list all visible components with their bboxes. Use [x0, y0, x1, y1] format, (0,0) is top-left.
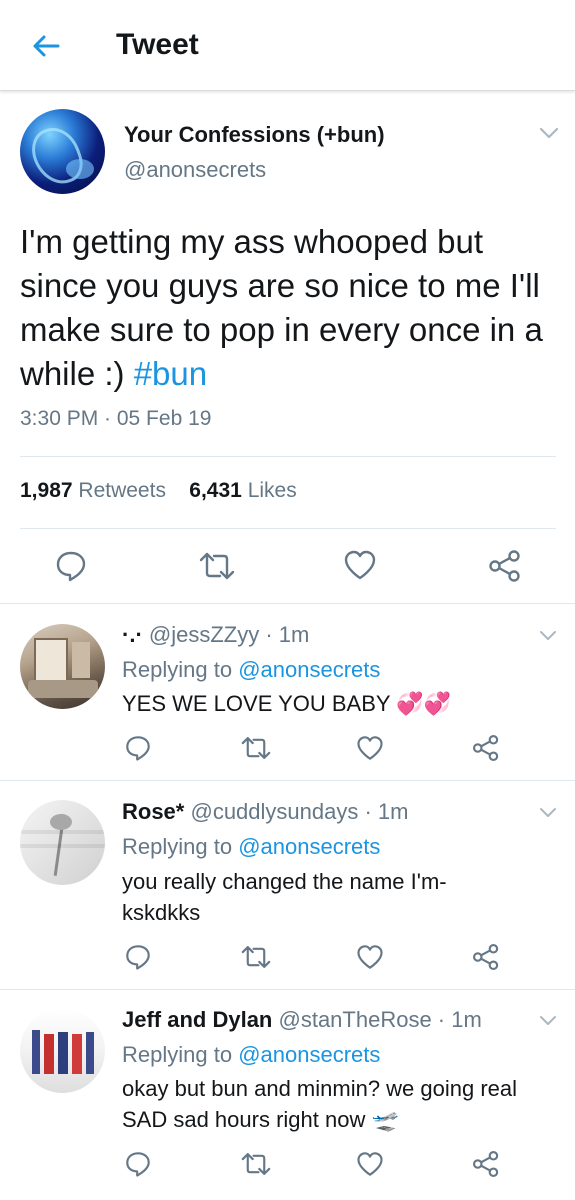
- author-handle[interactable]: @jessZZyy: [149, 622, 259, 647]
- reply-time: 1m: [278, 622, 310, 647]
- divider: [20, 528, 556, 529]
- author-display-name[interactable]: Your Confessions (+bun): [124, 122, 385, 148]
- replying-to: Replying to @anonsecrets: [122, 834, 380, 860]
- reply-icon[interactable]: [54, 549, 88, 583]
- replying-to-label: Replying to: [122, 657, 233, 682]
- hashtag-link[interactable]: #bun: [134, 355, 207, 392]
- author-display-name[interactable]: Jeff and Dylan: [122, 1007, 272, 1032]
- tweet-timestamp: 3:30 PM · 05 Feb 19: [20, 407, 212, 430]
- heart-icon[interactable]: [343, 549, 377, 581]
- page-title: Tweet: [116, 28, 199, 61]
- author-display-name[interactable]: ·.·: [122, 622, 143, 647]
- avatar[interactable]: [20, 1008, 105, 1093]
- heart-icon[interactable]: [356, 734, 384, 762]
- replying-to: Replying to @anonsecrets: [122, 1042, 380, 1068]
- retweet-icon[interactable]: [198, 549, 236, 583]
- author-handle[interactable]: @cuddlysundays: [190, 799, 358, 824]
- arrow-left-icon: [33, 35, 60, 57]
- retweets-count: 1,987: [20, 479, 73, 502]
- reply-text: YES WE LOVE YOU BABY 💞💞: [122, 688, 542, 719]
- reply-body: okay but bun and minmin? we going real S…: [122, 1076, 518, 1132]
- chevron-down-icon[interactable]: [538, 803, 558, 823]
- reply-actions: [0, 732, 575, 764]
- divider: [0, 603, 575, 604]
- reply-icon[interactable]: [124, 734, 152, 762]
- tweet-text: I'm getting my ass whooped but since you…: [20, 220, 560, 396]
- author-handle[interactable]: @anonsecrets: [124, 157, 266, 183]
- share-icon[interactable]: [472, 943, 500, 971]
- reply-text: you really changed the name I'm-kskdkks: [122, 866, 492, 928]
- back-button[interactable]: [28, 28, 64, 64]
- share-icon[interactable]: [472, 1150, 500, 1178]
- reply-time: 1m: [451, 1007, 482, 1032]
- reply-header: Rose* @cuddlysundays · 1m: [122, 799, 409, 824]
- chevron-down-icon[interactable]: [538, 1011, 558, 1031]
- heart-icon[interactable]: [356, 943, 384, 971]
- retweet-icon[interactable]: [240, 1150, 272, 1178]
- replying-to: Replying to @anonsecrets: [122, 657, 380, 683]
- chevron-down-icon[interactable]: [538, 122, 560, 144]
- top-app-bar: Tweet: [0, 0, 575, 91]
- reply-icon[interactable]: [124, 943, 152, 971]
- avatar[interactable]: [20, 800, 105, 885]
- likes-count: 6,431: [189, 479, 242, 502]
- mention-link[interactable]: @anonsecrets: [238, 1042, 380, 1067]
- reply-text: okay but bun and minmin? we going real S…: [122, 1073, 542, 1135]
- share-icon[interactable]: [488, 549, 522, 583]
- divider: [0, 989, 575, 990]
- reply-header: ·.· @jessZZyy · 1m: [122, 622, 310, 647]
- retweet-icon[interactable]: [240, 943, 272, 971]
- mention-link[interactable]: @anonsecrets: [238, 657, 380, 682]
- replying-to-label: Replying to: [122, 1042, 233, 1067]
- emoji: 🛫: [371, 1107, 399, 1132]
- retweets-label: Retweets: [78, 479, 166, 502]
- mention-link[interactable]: @anonsecrets: [238, 834, 380, 859]
- replying-to-label: Replying to: [122, 834, 233, 859]
- reply-time: 1m: [377, 799, 409, 824]
- tweet-stats: 1,987 Retweets 6,431 Likes: [20, 479, 297, 503]
- divider: [0, 780, 575, 781]
- share-icon[interactable]: [472, 734, 500, 762]
- likes-stat[interactable]: 6,431 Likes: [189, 479, 296, 502]
- reply-body: you really changed the name I'm-kskdkks: [122, 869, 447, 925]
- author-display-name[interactable]: Rose*: [122, 799, 184, 824]
- author-handle[interactable]: @stanTheRose: [279, 1007, 432, 1032]
- reply-actions: [0, 1148, 575, 1180]
- reply-body: YES WE LOVE YOU BABY: [122, 691, 391, 716]
- tweet-actions: [0, 545, 575, 585]
- reply-header: Jeff and Dylan @stanTheRose · 1m: [122, 1007, 482, 1032]
- reply-icon[interactable]: [124, 1150, 152, 1178]
- emoji: 💞💞: [396, 691, 452, 716]
- tweet-body: I'm getting my ass whooped but since you…: [20, 223, 543, 392]
- chevron-down-icon[interactable]: [538, 626, 558, 646]
- likes-label: Likes: [247, 479, 297, 502]
- reply-actions: [0, 941, 575, 973]
- retweet-icon[interactable]: [240, 734, 272, 762]
- avatar[interactable]: [20, 109, 105, 194]
- avatar[interactable]: [20, 624, 105, 709]
- retweets-stat[interactable]: 1,987 Retweets: [20, 479, 166, 502]
- divider: [20, 456, 556, 457]
- heart-icon[interactable]: [356, 1150, 384, 1178]
